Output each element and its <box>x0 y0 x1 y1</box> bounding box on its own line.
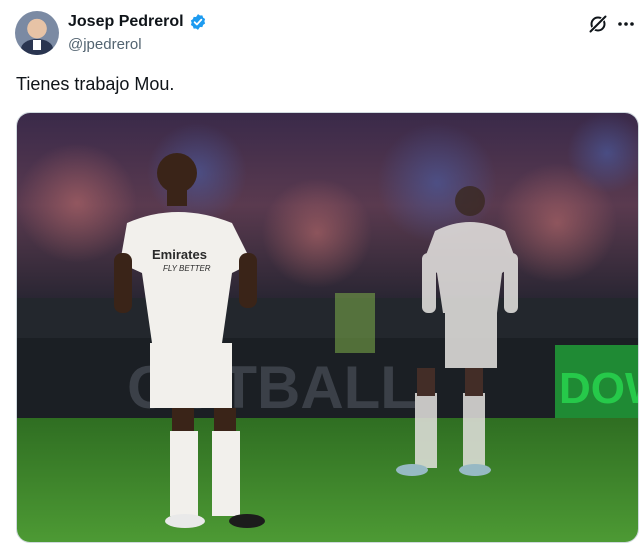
author-display-name[interactable]: Josep Pedrerol <box>68 13 184 31</box>
grok-icon[interactable] <box>586 12 610 36</box>
tweet-text: Tienes trabajo Mou. <box>16 74 175 94</box>
author-name-row: Josep Pedrerol <box>68 13 207 31</box>
more-dots <box>618 22 634 26</box>
board-text-right: DOWN <box>559 364 638 413</box>
football-photo: OOTBALL DOWN <box>17 113 638 542</box>
pitch <box>17 418 638 542</box>
tweet-media-photo[interactable]: OOTBALL DOWN <box>16 112 639 543</box>
author-avatar[interactable] <box>15 11 59 55</box>
avatar-collar <box>33 40 41 50</box>
author-handle[interactable]: @jpedrerol <box>68 36 142 53</box>
kit-sponsor-sub: FLY BETTER <box>163 264 211 273</box>
kit-sponsor: Emirates <box>152 247 207 262</box>
more-options-icon[interactable] <box>614 12 638 36</box>
verified-badge-icon <box>190 14 205 30</box>
grok-glyph <box>589 15 607 33</box>
